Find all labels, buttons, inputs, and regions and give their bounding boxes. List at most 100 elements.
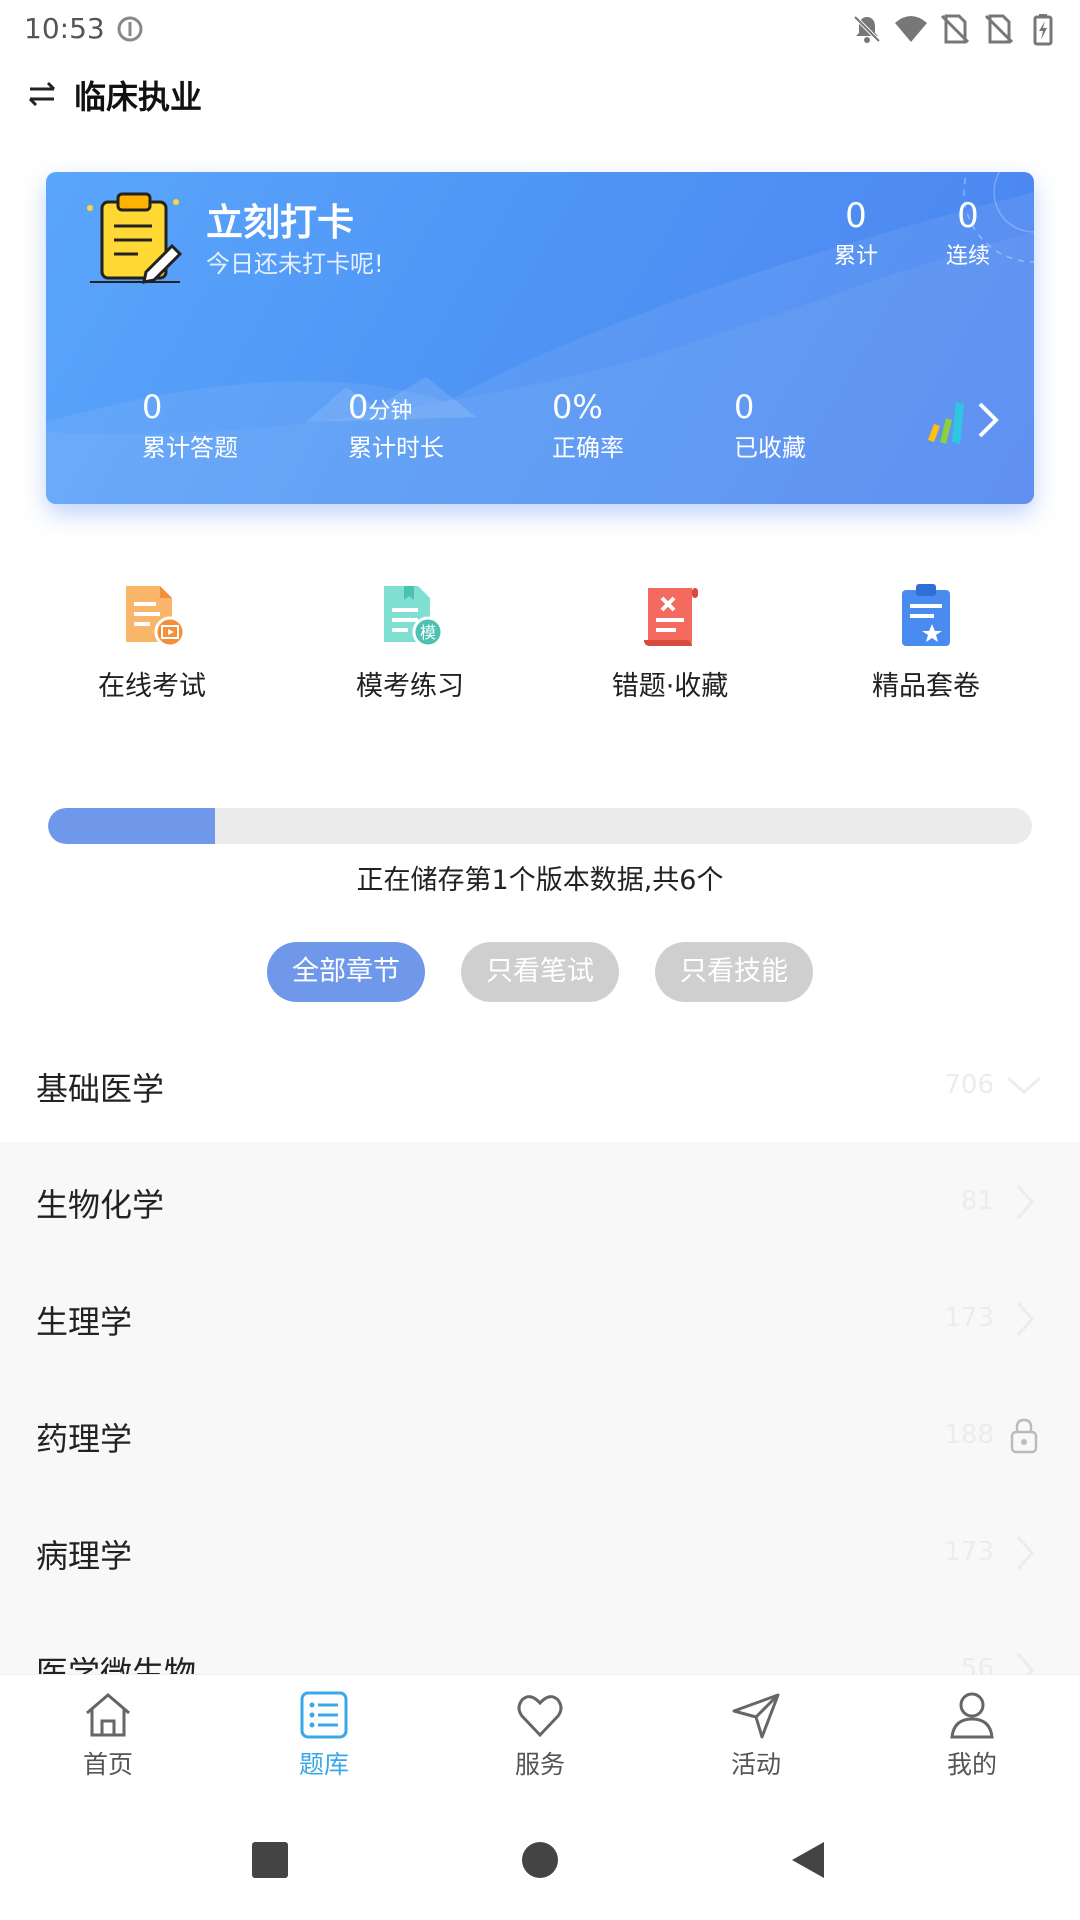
wrong-question-icon [644, 588, 698, 646]
status-icons [850, 12, 1060, 46]
chapter-row[interactable]: 药理学 188 [0, 1376, 1080, 1493]
download-progress-bar [48, 808, 1032, 844]
nav-label: 活动 [730, 1750, 781, 1779]
chapter-count: 706 [944, 1070, 994, 1100]
app-header: 临床执业 [0, 60, 1080, 136]
bar-chart-icon[interactable] [924, 396, 968, 444]
stat-value: 0% [552, 388, 624, 426]
streak-days-value: 0 [957, 196, 979, 236]
status-time: 10:53 [24, 12, 105, 45]
filter-skills-only[interactable]: 只看技能 [655, 942, 813, 1002]
filter-all-chapters[interactable]: 全部章节 [267, 942, 425, 1002]
checkin-card[interactable]: 立刻打卡 今日还未打卡呢! 0 累计 0 连续 0 累计答题 0分钟 累计时长 … [46, 172, 1034, 504]
chapter-name: 生理学 [36, 1303, 133, 1341]
status-bar: 10:53 [0, 0, 1080, 58]
system-nav-bar [0, 1800, 1080, 1920]
checkin-title[interactable]: 立刻打卡 [206, 192, 354, 246]
nav-label: 首页 [82, 1750, 133, 1779]
bottom-nav: 首页 题库 服务 活动 我的 [0, 1674, 1080, 1800]
battery-charging-icon [1033, 14, 1053, 46]
stat-number: 0% [552, 388, 603, 426]
chevron-right-icon [1016, 1185, 1034, 1219]
chevron-right-icon[interactable] [976, 400, 1000, 440]
progress-fill [48, 808, 216, 844]
feature-label: 精品套卷 [872, 671, 980, 702]
premium-paper-icon [902, 584, 950, 646]
feature-grid: 在线考试 模 模考练习 错题·收藏 精品套卷 [0, 580, 1080, 720]
chapter-count: 173 [944, 1537, 994, 1567]
nav-label: 我的 [946, 1750, 997, 1779]
send-icon [732, 1693, 780, 1739]
feature-premium-papers[interactable]: 精品套卷 [816, 580, 1036, 703]
clipboard-icon [87, 192, 183, 284]
chapter-name: 病理学 [36, 1537, 133, 1575]
chapter-row[interactable]: 病理学 173 [0, 1493, 1080, 1610]
mock-exam-icon: 模 [384, 586, 444, 648]
nav-label: 服务 [514, 1750, 565, 1779]
feature-label: 错题·收藏 [611, 671, 729, 702]
chapter-count: 188 [944, 1420, 994, 1450]
chapter-name: 生物化学 [36, 1186, 165, 1224]
nav-me[interactable]: 我的 [902, 1689, 1042, 1781]
stat-number: 0 [734, 388, 755, 426]
nav-question-bank[interactable]: 题库 [254, 1689, 394, 1781]
info-icon [117, 16, 143, 42]
chapter-list: 基础医学 706 生物化学 81 生理学 173 药理学 188 病理学 173… [0, 1026, 1080, 1674]
checkin-subtitle: 今日还未打卡呢! [206, 250, 384, 278]
stat-number: 0 [348, 388, 369, 426]
stat-duration: 0分钟 累计时长 [348, 388, 444, 463]
bell-off-icon [853, 15, 881, 43]
wifi-icon [895, 16, 927, 42]
chapter-count: 173 [944, 1303, 994, 1333]
feature-online-exam[interactable]: 在线考试 [42, 580, 262, 703]
stat-value: 0 [142, 388, 238, 426]
stat-accuracy: 0% 正确率 [552, 388, 624, 463]
heart-icon [517, 1695, 563, 1738]
streak-days-label: 连续 [945, 244, 990, 269]
stat-label: 正确率 [552, 434, 624, 462]
feature-wrong-favorites[interactable]: 错题·收藏 [560, 580, 780, 703]
chevron-right-icon [1016, 1302, 1034, 1336]
back-icon[interactable] [788, 1840, 828, 1880]
home-button-icon[interactable] [520, 1840, 560, 1880]
no-sim-icon [940, 14, 970, 44]
progress-text: 正在储存第1个版本数据,共6个 [356, 865, 724, 896]
chevron-right-icon [1016, 1653, 1034, 1674]
stat-favorites: 0 已收藏 [734, 388, 806, 463]
chapter-row[interactable]: 生理学 173 [0, 1259, 1080, 1376]
stat-answered: 0 累计答题 [142, 388, 238, 463]
chapter-group-header[interactable]: 基础医学 706 [0, 1026, 1080, 1142]
total-days-label: 累计 [833, 244, 878, 269]
home-icon [86, 1693, 130, 1737]
stat-number: 0 [142, 388, 163, 426]
chapter-row[interactable]: 医学微生物 56 [0, 1610, 1080, 1674]
chapter-name: 医学微生物 [36, 1654, 197, 1674]
stat-label: 已收藏 [734, 434, 806, 462]
stat-value: 0分钟 [348, 388, 444, 426]
stat-unit: 分钟 [368, 399, 413, 424]
app-root: 10:53 临床执业 立刻打卡 今日还未打卡呢! 0 累计 0 连续 0 累计答… [0, 0, 1080, 1920]
swap-icon[interactable] [26, 78, 58, 110]
chapter-count: 81 [960, 1186, 994, 1216]
stat-label: 累计时长 [348, 434, 444, 462]
chapter-row[interactable]: 生物化学 81 [0, 1142, 1080, 1259]
feature-mock-exam[interactable]: 模 模考练习 [300, 580, 520, 703]
chapter-name: 基础医学 [36, 1070, 165, 1108]
nav-service[interactable]: 服务 [470, 1689, 610, 1781]
exam-video-icon [126, 586, 186, 648]
lock-icon [1010, 1418, 1038, 1454]
nav-activity[interactable]: 活动 [686, 1689, 826, 1781]
total-days-value: 0 [845, 196, 867, 236]
feature-label: 在线考试 [98, 671, 206, 702]
page-title[interactable]: 临床执业 [74, 72, 202, 118]
feature-label: 模考练习 [356, 671, 464, 702]
chevron-down-icon[interactable] [1004, 1066, 1044, 1106]
svg-text:模: 模 [420, 623, 436, 642]
filter-written-only[interactable]: 只看笔试 [461, 942, 619, 1002]
nav-home[interactable]: 首页 [38, 1689, 178, 1781]
recents-icon[interactable] [250, 1840, 290, 1880]
chapter-count: 56 [960, 1654, 994, 1674]
chapter-name: 药理学 [36, 1420, 133, 1458]
total-days: 0 累计 [816, 196, 896, 270]
stat-label: 累计答题 [142, 434, 238, 462]
